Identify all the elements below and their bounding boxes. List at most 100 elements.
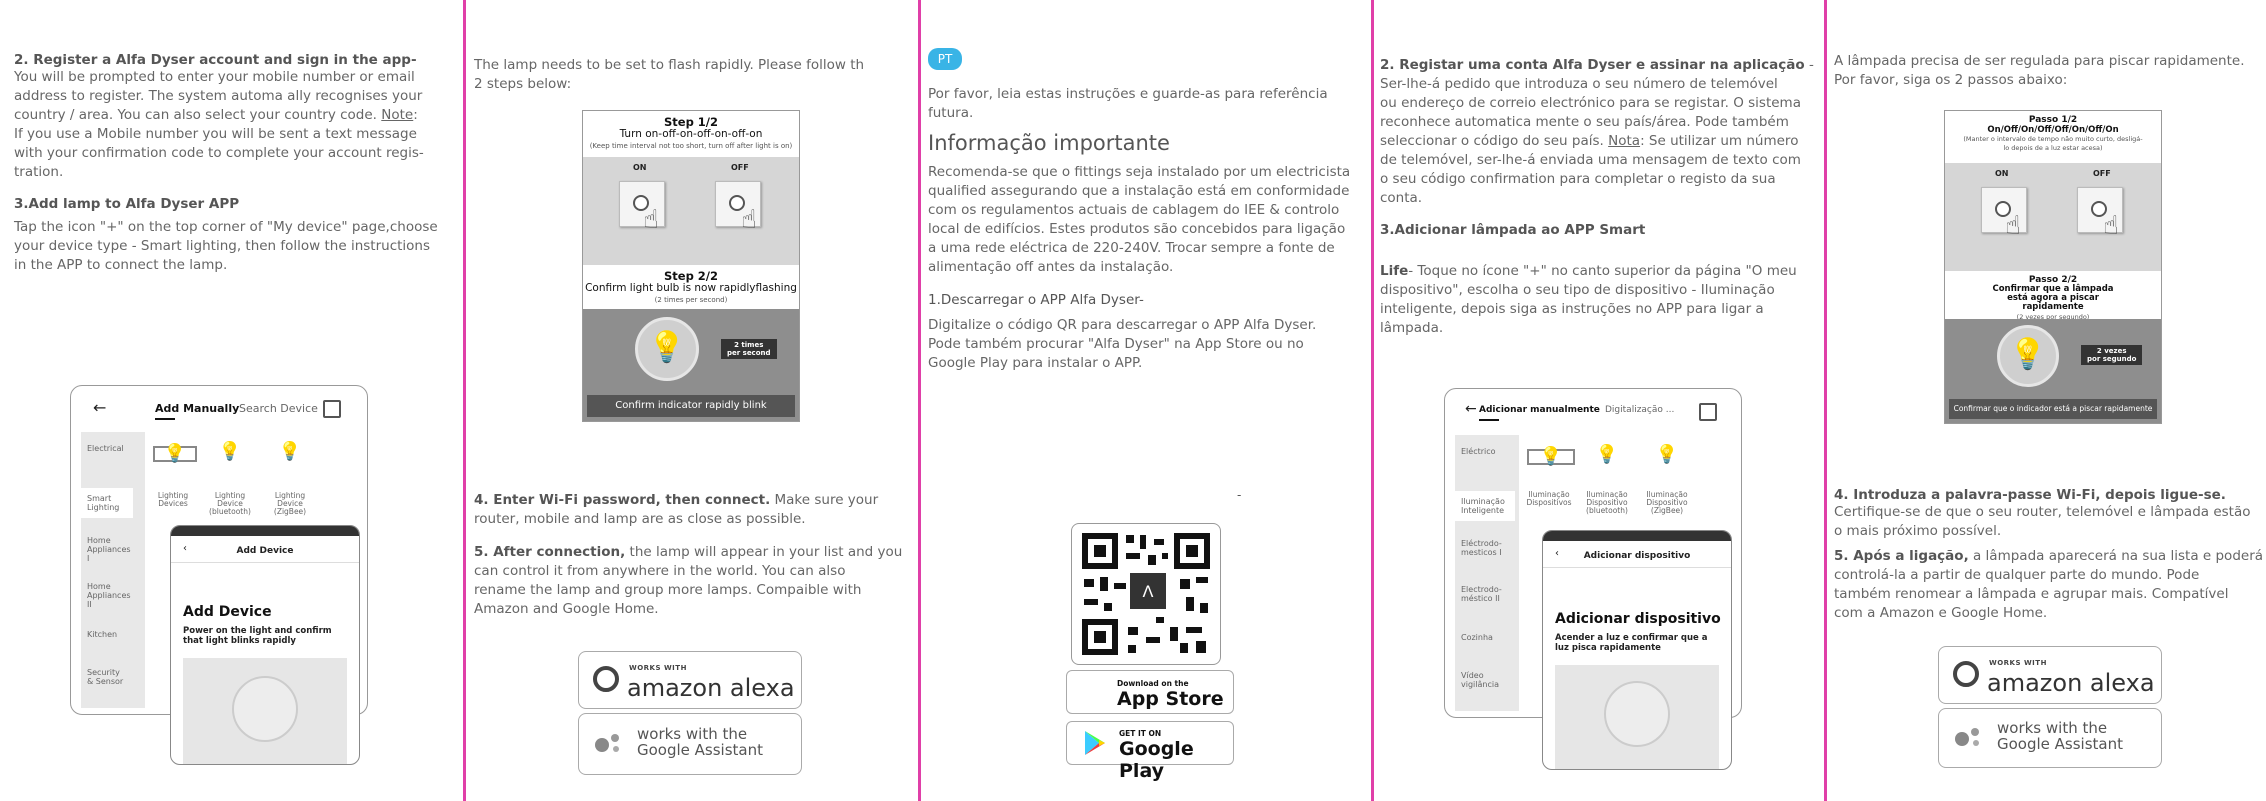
bulb-illustration	[183, 658, 347, 764]
status-bar	[1543, 531, 1731, 541]
heading-register: 2. Register a Alfa Dyser account and sig…	[14, 52, 417, 68]
panel-5-portuguese-steps: A lâmpada precisa de ser regulada para p…	[1827, 0, 2266, 801]
dash-mark: -	[1237, 488, 1242, 502]
text-span: - Toque no ícone "+" no canto superior d…	[1408, 263, 1797, 279]
text-line: tration.	[14, 164, 64, 180]
category-home-appliances-2: Electrodo-méstico II	[1461, 585, 1502, 603]
svg-text:Λ: Λ	[1143, 582, 1154, 601]
confirm-indicator-button: Confirm indicator rapidly blink	[587, 395, 795, 417]
category-electrical: Eléctrico	[1461, 447, 1496, 456]
hand-icon: ☝	[2005, 211, 2021, 241]
back-arrow-icon: ←	[93, 398, 107, 417]
text-line: Certifique-se de que o seu router, telem…	[1834, 504, 2251, 520]
text-line: controlá-la a partir de qualquer parte d…	[1834, 567, 2200, 583]
text-line: address to register. The system automa a…	[14, 88, 423, 104]
category-kitchen: Kitchen	[87, 630, 118, 639]
tile-label: Lighting Device (bluetooth)	[209, 491, 251, 516]
step-1-note: (Manter o intervalo de tempo não muito c…	[1963, 135, 2143, 152]
heading-add-lamp: 3.Add lamp to Alfa Dyser APP	[14, 196, 240, 212]
text-line: inteligente, depois siga as instruções n…	[1380, 301, 1764, 317]
text-span: seleccionar o código do seu país.	[1380, 133, 1604, 149]
step-1-text: Turn on-off-on-off-on-off-on	[619, 128, 763, 140]
text-line: in the APP to connect the lamp.	[14, 257, 228, 273]
gplay-big-text: Google Play	[1119, 738, 1194, 782]
section-4-5-pt: 4. Introduza a palavra-passe Wi-Fi, depo…	[1834, 487, 2266, 623]
step-2-text: Confirmar que a lâmpada está agora a pis…	[1992, 284, 2114, 312]
note-label: Nota	[1608, 133, 1641, 149]
tile-lighting-zigbee: 💡	[1643, 446, 1691, 464]
step-1-caption: Passo 1/2 On/Off/On/Off/Off/On/Off/On (M…	[1945, 111, 2161, 153]
tab-search-device: Search Device	[239, 402, 318, 415]
text-line: o mais próximo possível.	[1834, 523, 2002, 539]
heading-after-connection: 5. After connection,	[474, 544, 626, 560]
tile-lighting-bluetooth: 💡	[1583, 446, 1631, 464]
tile-label: Lighting Device (ZigBee)	[273, 491, 307, 516]
tile-lighting-zigbee: 💡	[267, 441, 313, 462]
text-line: You will be prompted to enter your mobil…	[14, 69, 415, 85]
works-with-google-badge: works with the Google Assistant	[1938, 708, 2162, 768]
section-4-5: 4. Enter Wi-Fi password, then connect. M…	[474, 491, 918, 619]
confirm-indicator-button: Confirmar que o indicador está a piscar …	[1949, 399, 2157, 419]
text-span: :	[413, 107, 418, 123]
bulb-icon	[1604, 681, 1670, 747]
dialog-description: Acender a luz e confirmar que a luz pisc…	[1555, 633, 1708, 653]
step-2-text: Confirm light bulb is now rapidlyflashin…	[585, 282, 797, 294]
category-smart-lighting: Iluminação Inteligente	[1455, 491, 1515, 521]
text-line: rename the lamp and group more lamps. Co…	[474, 582, 862, 598]
step-2-note: (2 times per second)	[654, 296, 728, 304]
text-line: também renomear a lâmpada e agrupar mais…	[1834, 586, 2229, 602]
text-line: alimentação off antes da instalação.	[928, 259, 1174, 275]
app-screenshot-add-device-pt: Adicionar dispositivo ‹ Adicionar dispos…	[1542, 530, 1732, 770]
category-security-sensor: Security & Sensor	[87, 668, 124, 686]
panel-2-english-steps: The lamp needs to be set to flash rapidl…	[466, 0, 918, 801]
off-label: OFF	[731, 163, 749, 172]
heading-register: 2. Registar uma conta Alfa Dyser e assin…	[1380, 57, 1805, 73]
bulb-flash-illustration: 💡 2 vezes por segundo Confirmar que o in…	[1945, 319, 2161, 423]
bulb-illustration	[1555, 665, 1719, 769]
alexa-wordmark: amazon alexa	[1987, 669, 2155, 697]
text-line: Recomenda-se que o fittings seja instala…	[928, 164, 1351, 180]
text-span: : Se utilizar um número	[1640, 133, 1799, 149]
text-line: conta.	[1380, 190, 1423, 206]
text-line: 5. Após a ligação, a lâmpada aparecerá n…	[1834, 547, 2266, 566]
rate-tag: 2 times per second	[721, 339, 777, 359]
bulb-flash-illustration: 💡 2 times per second Confirm indicator r…	[583, 309, 799, 421]
google-play-badge[interactable]: GET IT ON Google Play	[1066, 721, 1234, 782]
bulb-icon: 💡	[278, 441, 302, 462]
rate-tag: 2 vezes por segundo	[2081, 345, 2143, 365]
scan-icon	[1699, 403, 1717, 421]
step-1-caption: Step 1/2 Turn on-off-on-off-on-off-on (K…	[583, 111, 799, 152]
text-line: country / area. You can also select your…	[14, 106, 463, 125]
tile-label: Iluminação Dispositivo (ZigBee)	[1646, 490, 1688, 515]
switch-illustration: ON OFF ☝ ☝	[583, 157, 799, 265]
text-line: your device type - Smart lighting, then …	[14, 238, 431, 254]
step-2-caption: Passo 2/2 Confirmar que a lâmpada está a…	[1945, 275, 2161, 322]
alexa-ring-icon	[1953, 661, 1979, 687]
life-label: Life	[1380, 263, 1409, 279]
tab-underline	[1479, 419, 1499, 421]
heading-after-connection: 5. Após a ligação,	[1834, 548, 1969, 564]
text-span: the lamp will appear in your list and yo…	[625, 544, 903, 560]
alexa-ring-icon	[593, 666, 619, 692]
text-line: can control it from anywhere in the worl…	[474, 563, 846, 579]
text-line: seleccionar o código do seu país. Nota: …	[1380, 132, 1824, 151]
heading-wifi: 4. Introduza a palavra-passe Wi-Fi, depo…	[1834, 487, 2226, 503]
heading-important-info: Informação importante	[928, 131, 1170, 155]
text-line: a uma rede eléctrica de 220-240V. Trocar…	[928, 240, 1335, 256]
text-line: de telemóvel, ser-lhe-á enviada uma mens…	[1380, 152, 1801, 168]
app-store-badge[interactable]: Download on the App Store	[1066, 670, 1234, 714]
google-assistant-text: works with the Google Assistant	[1997, 720, 2123, 752]
back-arrow-icon: ←	[1465, 401, 1477, 417]
step-2-caption: Step 2/2 Confirm light bulb is now rapid…	[583, 270, 799, 306]
scan-icon	[323, 400, 341, 418]
category-electrical: Electrical	[87, 444, 124, 453]
step-1-title: Passo 1/2	[2028, 115, 2078, 125]
bulb-icon	[232, 676, 298, 742]
text-line: qualified assegurando que a instalação e…	[928, 183, 1350, 199]
text-line: futura.	[928, 105, 974, 121]
alexa-wordmark: amazon alexa	[627, 674, 795, 702]
text-line: o seu código confirmation para completar…	[1380, 171, 1776, 187]
text-line: Amazon and Google Home.	[474, 601, 659, 617]
text-line: Por favor, leia estas instruções e guard…	[928, 86, 1328, 102]
works-with-alexa-badge: WORKS WITH amazon alexa	[578, 651, 802, 709]
